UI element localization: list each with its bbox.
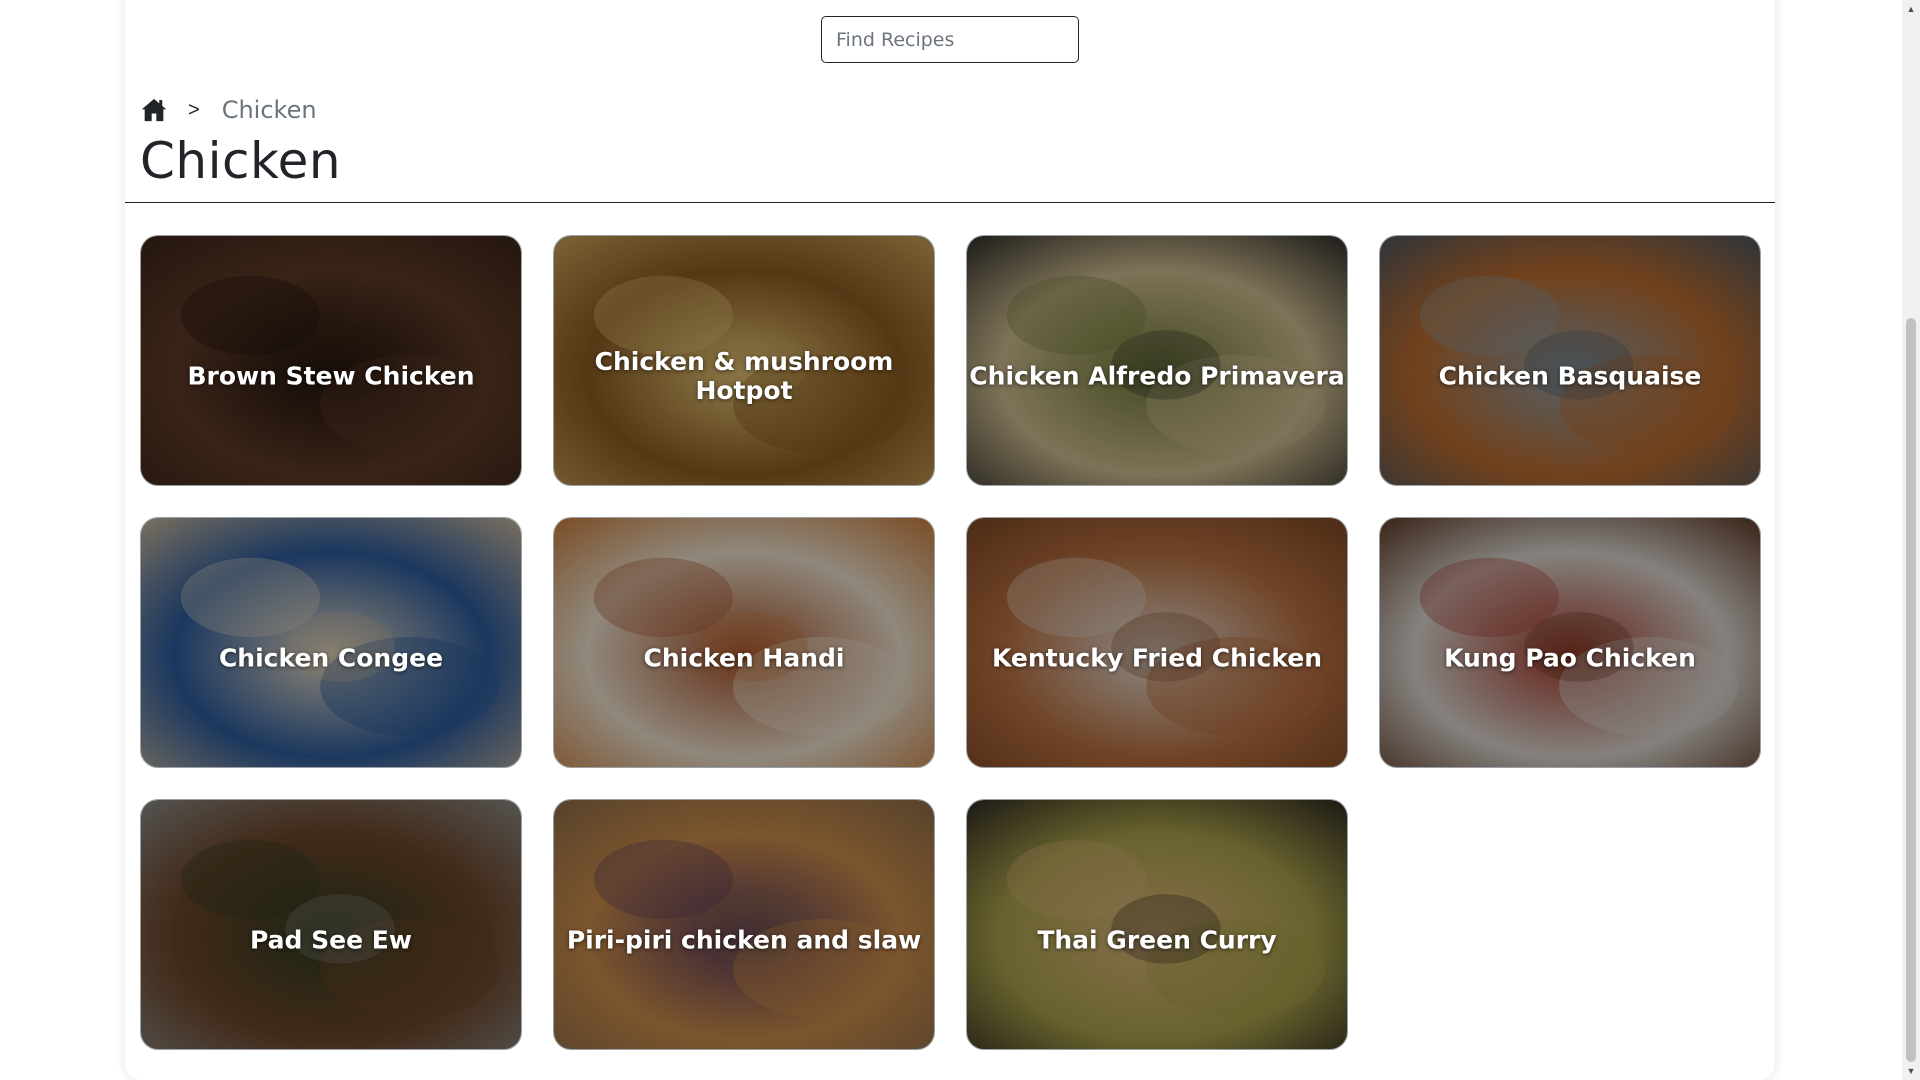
recipe-title: Kentucky Fried Chicken bbox=[991, 643, 1323, 672]
recipe-grid: Brown Stew Chicken Chicken & mushroom Hot… bbox=[140, 235, 1761, 1050]
recipe-card[interactable]: Chicken Alfredo Primavera bbox=[966, 235, 1348, 486]
scroll-thumb[interactable] bbox=[1906, 318, 1916, 1062]
divider bbox=[125, 202, 1775, 203]
page-title: Chicken bbox=[140, 132, 342, 190]
scrollbar[interactable]: ▲ ▼ bbox=[1902, 0, 1920, 1080]
recipe-card[interactable]: Kung Pao Chicken bbox=[1379, 517, 1761, 768]
recipe-card[interactable]: Chicken Basquaise bbox=[1379, 235, 1761, 486]
recipe-card[interactable]: Piri-piri chicken and slaw bbox=[553, 799, 935, 1050]
recipe-card[interactable]: Pad See Ew bbox=[140, 799, 522, 1050]
recipe-title: Pad See Ew bbox=[250, 925, 412, 954]
recipe-card[interactable]: Chicken Congee bbox=[140, 517, 522, 768]
breadcrumb-current: Chicken bbox=[221, 96, 317, 124]
home-icon[interactable] bbox=[140, 96, 168, 124]
recipe-title: Piri-piri chicken and slaw bbox=[566, 925, 922, 954]
recipe-card[interactable]: Chicken & mushroom Hotpot bbox=[553, 235, 935, 486]
recipe-title: Chicken Basquaise bbox=[1438, 361, 1702, 390]
recipe-title: Kung Pao Chicken bbox=[1444, 643, 1696, 672]
breadcrumb: > Chicken bbox=[140, 94, 317, 126]
scroll-down-arrow-icon[interactable]: ▼ bbox=[1902, 1062, 1920, 1080]
recipe-title: Thai Green Curry bbox=[1037, 925, 1277, 954]
recipe-card[interactable]: Chicken Handi bbox=[553, 517, 935, 768]
search-wrap bbox=[125, 16, 1775, 63]
breadcrumb-separator: > bbox=[188, 98, 200, 121]
recipe-card[interactable]: Kentucky Fried Chicken bbox=[966, 517, 1348, 768]
search-input[interactable] bbox=[821, 16, 1079, 63]
recipe-card[interactable]: Brown Stew Chicken bbox=[140, 235, 522, 486]
recipe-title: Chicken Congee bbox=[218, 643, 444, 672]
page-container: > Chicken Chicken Brown Stew Chicken Chic… bbox=[125, 0, 1775, 1080]
recipe-card[interactable]: Thai Green Curry bbox=[966, 799, 1348, 1050]
recipe-title: Brown Stew Chicken bbox=[187, 361, 475, 390]
recipe-title: Chicken & mushroom Hotpot bbox=[594, 346, 894, 405]
recipe-title: Chicken Alfredo Primavera bbox=[969, 361, 1345, 390]
recipe-title: Chicken Handi bbox=[643, 643, 845, 672]
scroll-up-arrow-icon[interactable]: ▲ bbox=[1902, 0, 1920, 18]
